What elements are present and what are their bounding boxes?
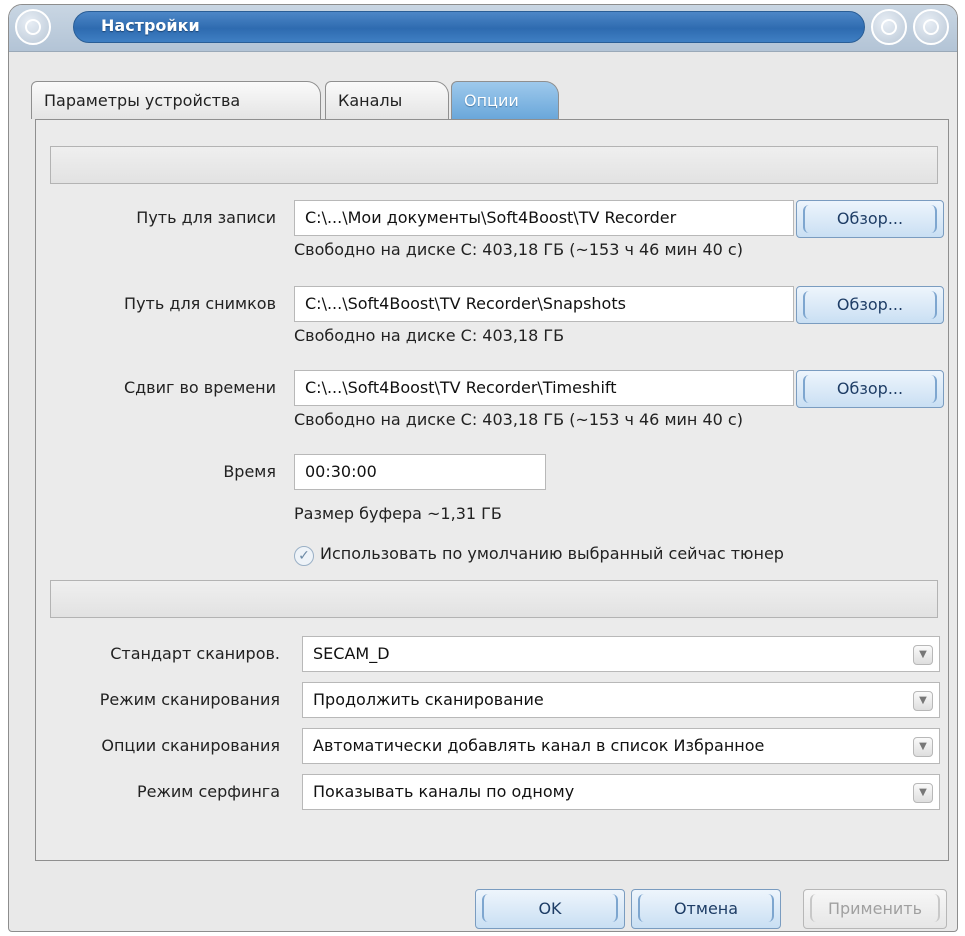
record-path-input[interactable]: C:\...\Мои документы\Soft4Boost\TV Recor… bbox=[294, 200, 794, 236]
chevron-down-icon[interactable]: ▼ bbox=[913, 645, 933, 665]
settings-window: Настройки Параметры устройства Каналы Оп… bbox=[8, 4, 958, 932]
record-path-label: Путь для записи bbox=[136, 208, 276, 227]
snapshots-path-input[interactable]: C:\...\Soft4Boost\TV Recorder\Snapshots bbox=[294, 286, 794, 322]
scan-options-label: Опции сканирования bbox=[101, 736, 280, 755]
default-tuner-checkbox[interactable]: ✓ bbox=[294, 546, 314, 566]
chevron-down-icon[interactable]: ▼ bbox=[913, 783, 933, 803]
options-panel: Путь для записи C:\...\Мои документы\Sof… bbox=[35, 119, 949, 861]
scan-mode-value: Продолжить сканирование bbox=[313, 690, 544, 709]
section-header-scan bbox=[50, 580, 938, 618]
timeshift-free-space: Свободно на диске C: 403,18 ГБ (~153 ч 4… bbox=[294, 410, 743, 429]
time-input[interactable]: 00:30:00 bbox=[294, 454, 546, 490]
tab-channels[interactable]: Каналы bbox=[325, 81, 449, 119]
scan-standard-label: Стандарт сканиров. bbox=[110, 644, 280, 663]
section-header-paths bbox=[50, 146, 938, 184]
timeshift-browse-button[interactable]: Обзор... bbox=[796, 370, 944, 408]
cancel-button[interactable]: Отмена bbox=[631, 889, 781, 929]
surf-mode-value: Показывать каналы по одному bbox=[313, 782, 575, 801]
app-orb-icon[interactable] bbox=[15, 9, 51, 45]
checkmark-icon: ✓ bbox=[298, 548, 310, 564]
snapshots-path-label: Путь для снимков bbox=[124, 294, 276, 313]
scan-mode-select[interactable]: Продолжить сканирование ▼ bbox=[302, 682, 940, 718]
surf-mode-label: Режим серфинга bbox=[136, 782, 280, 801]
chevron-down-icon[interactable]: ▼ bbox=[913, 737, 933, 757]
title-bar: Настройки bbox=[9, 5, 957, 52]
window-title: Настройки bbox=[101, 16, 200, 35]
ok-button[interactable]: OK bbox=[475, 889, 625, 929]
scan-mode-label: Режим сканирования bbox=[99, 690, 280, 709]
time-label: Время bbox=[223, 462, 276, 481]
timeshift-path-label: Сдвиг во времени bbox=[123, 378, 276, 397]
record-browse-button[interactable]: Обзор... bbox=[796, 200, 944, 238]
record-free-space: Свободно на диске C: 403,18 ГБ (~153 ч 4… bbox=[294, 240, 743, 259]
scan-options-value: Автоматически добавлять канал в список И… bbox=[313, 736, 765, 755]
scan-options-select[interactable]: Автоматически добавлять канал в список И… bbox=[302, 728, 940, 764]
tab-options[interactable]: Опции bbox=[451, 81, 559, 119]
move-icon[interactable] bbox=[871, 9, 907, 45]
surf-mode-select[interactable]: Показывать каналы по одному ▼ bbox=[302, 774, 940, 810]
buffer-size-info: Размер буфера ~1,31 ГБ bbox=[294, 504, 502, 523]
timeshift-path-input[interactable]: C:\...\Soft4Boost\TV Recorder\Timeshift bbox=[294, 370, 794, 406]
snapshots-free-space: Свободно на диске C: 403,18 ГБ bbox=[294, 326, 565, 345]
scan-standard-value: SECAM_D bbox=[313, 644, 390, 663]
scan-standard-select[interactable]: SECAM_D ▼ bbox=[302, 636, 940, 672]
default-tuner-label[interactable]: Использовать по умолчанию выбранный сейч… bbox=[320, 544, 784, 563]
apply-button[interactable]: Применить bbox=[803, 889, 947, 929]
close-icon[interactable] bbox=[913, 9, 949, 45]
snapshots-browse-button[interactable]: Обзор... bbox=[796, 286, 944, 324]
tab-device-params[interactable]: Параметры устройства bbox=[31, 81, 321, 119]
chevron-down-icon[interactable]: ▼ bbox=[913, 691, 933, 711]
